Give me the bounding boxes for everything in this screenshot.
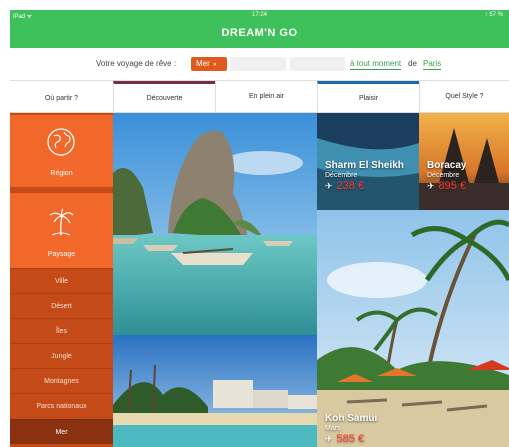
paysage-filter[interactable]: Paysage [10,193,113,268]
battery-indicator: ↑ 57 % [484,12,503,18]
trip-field-empty-1[interactable] [230,57,286,71]
sidebar-item-parcs-nationaux[interactable]: Parcs nationaux [10,393,113,418]
destination-month: Décembre [325,172,358,179]
koh-samui-photo [317,210,509,447]
resort-photo [113,335,317,447]
plane-icon: ✈ [325,181,333,191]
sidebar-item-jungle[interactable]: Jungle [10,343,113,368]
plane-icon: ✈ [325,434,333,444]
trip-lead-text: Votre voyage de rêve : [96,59,177,68]
tab-plein-air[interactable]: En plein air [215,81,317,113]
filter-sidebar: Région Paysage Ville Désert Îles Jungle … [10,113,113,447]
tab-plaisir[interactable]: Plaisir [317,81,419,113]
app-header: iPad ᯤ 17:24 ↑ 57 % DREAM'N GO [10,10,509,48]
photo-tile-resort[interactable] [113,335,317,447]
price-value: 238 € [336,180,365,192]
destination-name: Boracay [427,160,467,171]
paysage-label: Paysage [47,251,76,258]
sidebar-item-mer[interactable]: Mer [10,419,113,444]
tab-decouverte[interactable]: Découverte [113,81,215,113]
when-link[interactable]: à tout moment [350,59,402,70]
trip-type-value: Mer [196,59,210,68]
trip-type-dropdown[interactable]: Mer ✕ [191,57,227,71]
status-time: 17:24 [251,12,267,18]
destination-card-boracay[interactable]: Boracay Décembre ✈ 895 € [419,113,509,210]
sidebar-item-montagnes[interactable]: Montagnes [10,368,113,393]
destination-price: ✈ 895 € [427,180,466,192]
dropdown-close-icon: ✕ [212,62,217,68]
destination-price: ✈ 585 € [325,433,377,445]
globe-icon [47,128,75,156]
destination-price: ✈ 238 € [325,180,404,192]
sidebar-item-iles[interactable]: Îles [10,318,113,343]
destination-name: Koh Samui [325,413,378,424]
trip-bar: Votre voyage de rêve : Mer ✕ à tout momen… [10,48,509,83]
destination-card-sharm[interactable]: Sharm El Sheikh Décembre ✈ 238 € [317,113,419,210]
price-value: 895 € [438,180,467,192]
sidebar-item-ville[interactable]: Ville [10,268,113,293]
palm-tree-icon [49,208,74,236]
trip-field-empty-2[interactable] [290,57,345,71]
boracay-caption: Boracay Décembre ✈ 895 € [427,160,466,192]
app-logo[interactable]: DREAM'N GO [10,27,509,39]
departure-city-link[interactable]: Paris [423,59,442,70]
price-value: 585 € [336,433,365,445]
sidebar-item-desert[interactable]: Désert [10,293,113,318]
region-label: Région [50,170,73,177]
destination-month: Mars [325,425,341,432]
tab-quel-style[interactable]: Quel Style ? [419,81,509,113]
from-word: de [408,59,417,68]
tab-ou-partir[interactable]: Où partir ? [10,81,113,113]
destination-card-koh-samui[interactable]: Koh Samui Mars ✈ 585 € [317,210,509,447]
koh-samui-caption: Koh Samui Mars ✈ 585 € [325,413,377,445]
destination-name: Sharm El Sheikh [325,160,404,171]
sharm-caption: Sharm El Sheikh Décembre ✈ 238 € [325,160,404,192]
plane-icon: ✈ [427,181,435,191]
region-filter[interactable]: Région [10,115,113,187]
photo-tile-bay[interactable] [113,113,317,335]
category-tabs: Où partir ? Découverte En plein air Plai… [10,80,509,113]
destination-month: Décembre [427,172,460,179]
bay-photo [113,113,317,335]
